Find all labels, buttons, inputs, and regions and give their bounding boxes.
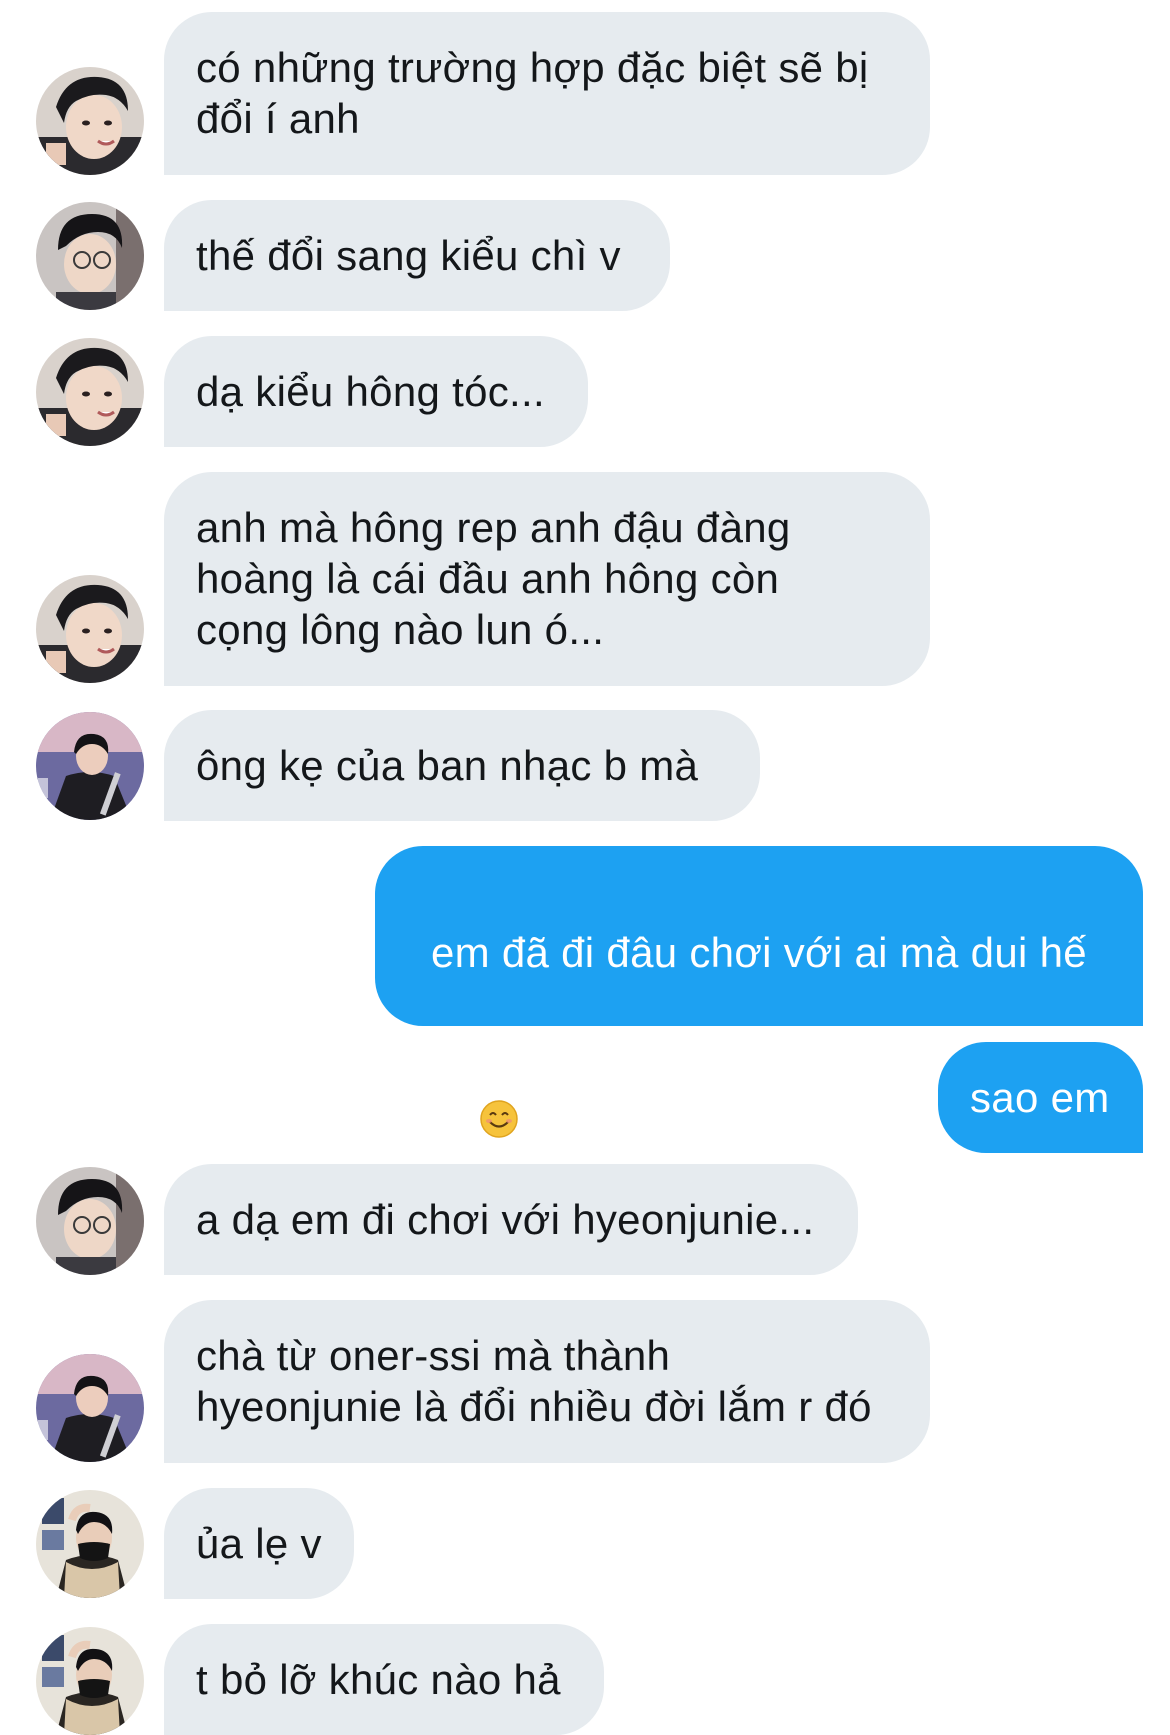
avatar-image [36, 1354, 144, 1462]
avatar-image [36, 1627, 144, 1735]
avatar-image [36, 338, 144, 446]
message-bubble-incoming[interactable]: ông kẹ của ban nhạc b mà [164, 710, 760, 821]
message-bubble-outgoing[interactable]: sao em [938, 1042, 1143, 1153]
sender-avatar[interactable] [36, 1627, 144, 1735]
avatar-image [36, 67, 144, 175]
message-bubble-incoming[interactable]: anh mà hông rep anh đậu đàng hoàng là cá… [164, 472, 930, 686]
message-bubble-incoming[interactable]: chà từ oner-ssi mà thành hyeonjunie là đ… [164, 1300, 930, 1463]
sender-avatar[interactable] [36, 202, 144, 310]
message-bubble-incoming[interactable]: a dạ em đi chơi với hyeonjunie... [164, 1164, 858, 1275]
message-text: em đã đi đâu chơi với ai mà dui hế [430, 929, 1087, 976]
message-bubble-incoming[interactable]: dạ kiểu hông tóc... [164, 336, 588, 447]
avatar-image [36, 1167, 144, 1275]
sender-avatar[interactable] [36, 712, 144, 820]
avatar-image [36, 575, 144, 683]
message-bubble-incoming[interactable]: ủa lẹ v [164, 1488, 354, 1599]
sender-avatar[interactable] [36, 575, 144, 683]
sender-avatar[interactable] [36, 67, 144, 175]
sender-avatar[interactable] [36, 338, 144, 446]
message-bubble-incoming[interactable]: t bỏ lỡ khúc nào hả [164, 1624, 604, 1735]
sender-avatar[interactable] [36, 1167, 144, 1275]
avatar-image [36, 1490, 144, 1598]
avatar-image [36, 712, 144, 820]
avatar-image [36, 202, 144, 310]
message-bubble-incoming[interactable]: có những trường hợp đặc biệt sẽ bị đổi í… [164, 12, 930, 175]
sender-avatar[interactable] [36, 1354, 144, 1462]
message-bubble-incoming[interactable]: thế đổi sang kiểu chì v [164, 200, 670, 311]
message-bubble-outgoing[interactable]: em đã đi đâu chơi với ai mà dui hế [375, 846, 1143, 1138]
sender-avatar[interactable] [36, 1490, 144, 1598]
